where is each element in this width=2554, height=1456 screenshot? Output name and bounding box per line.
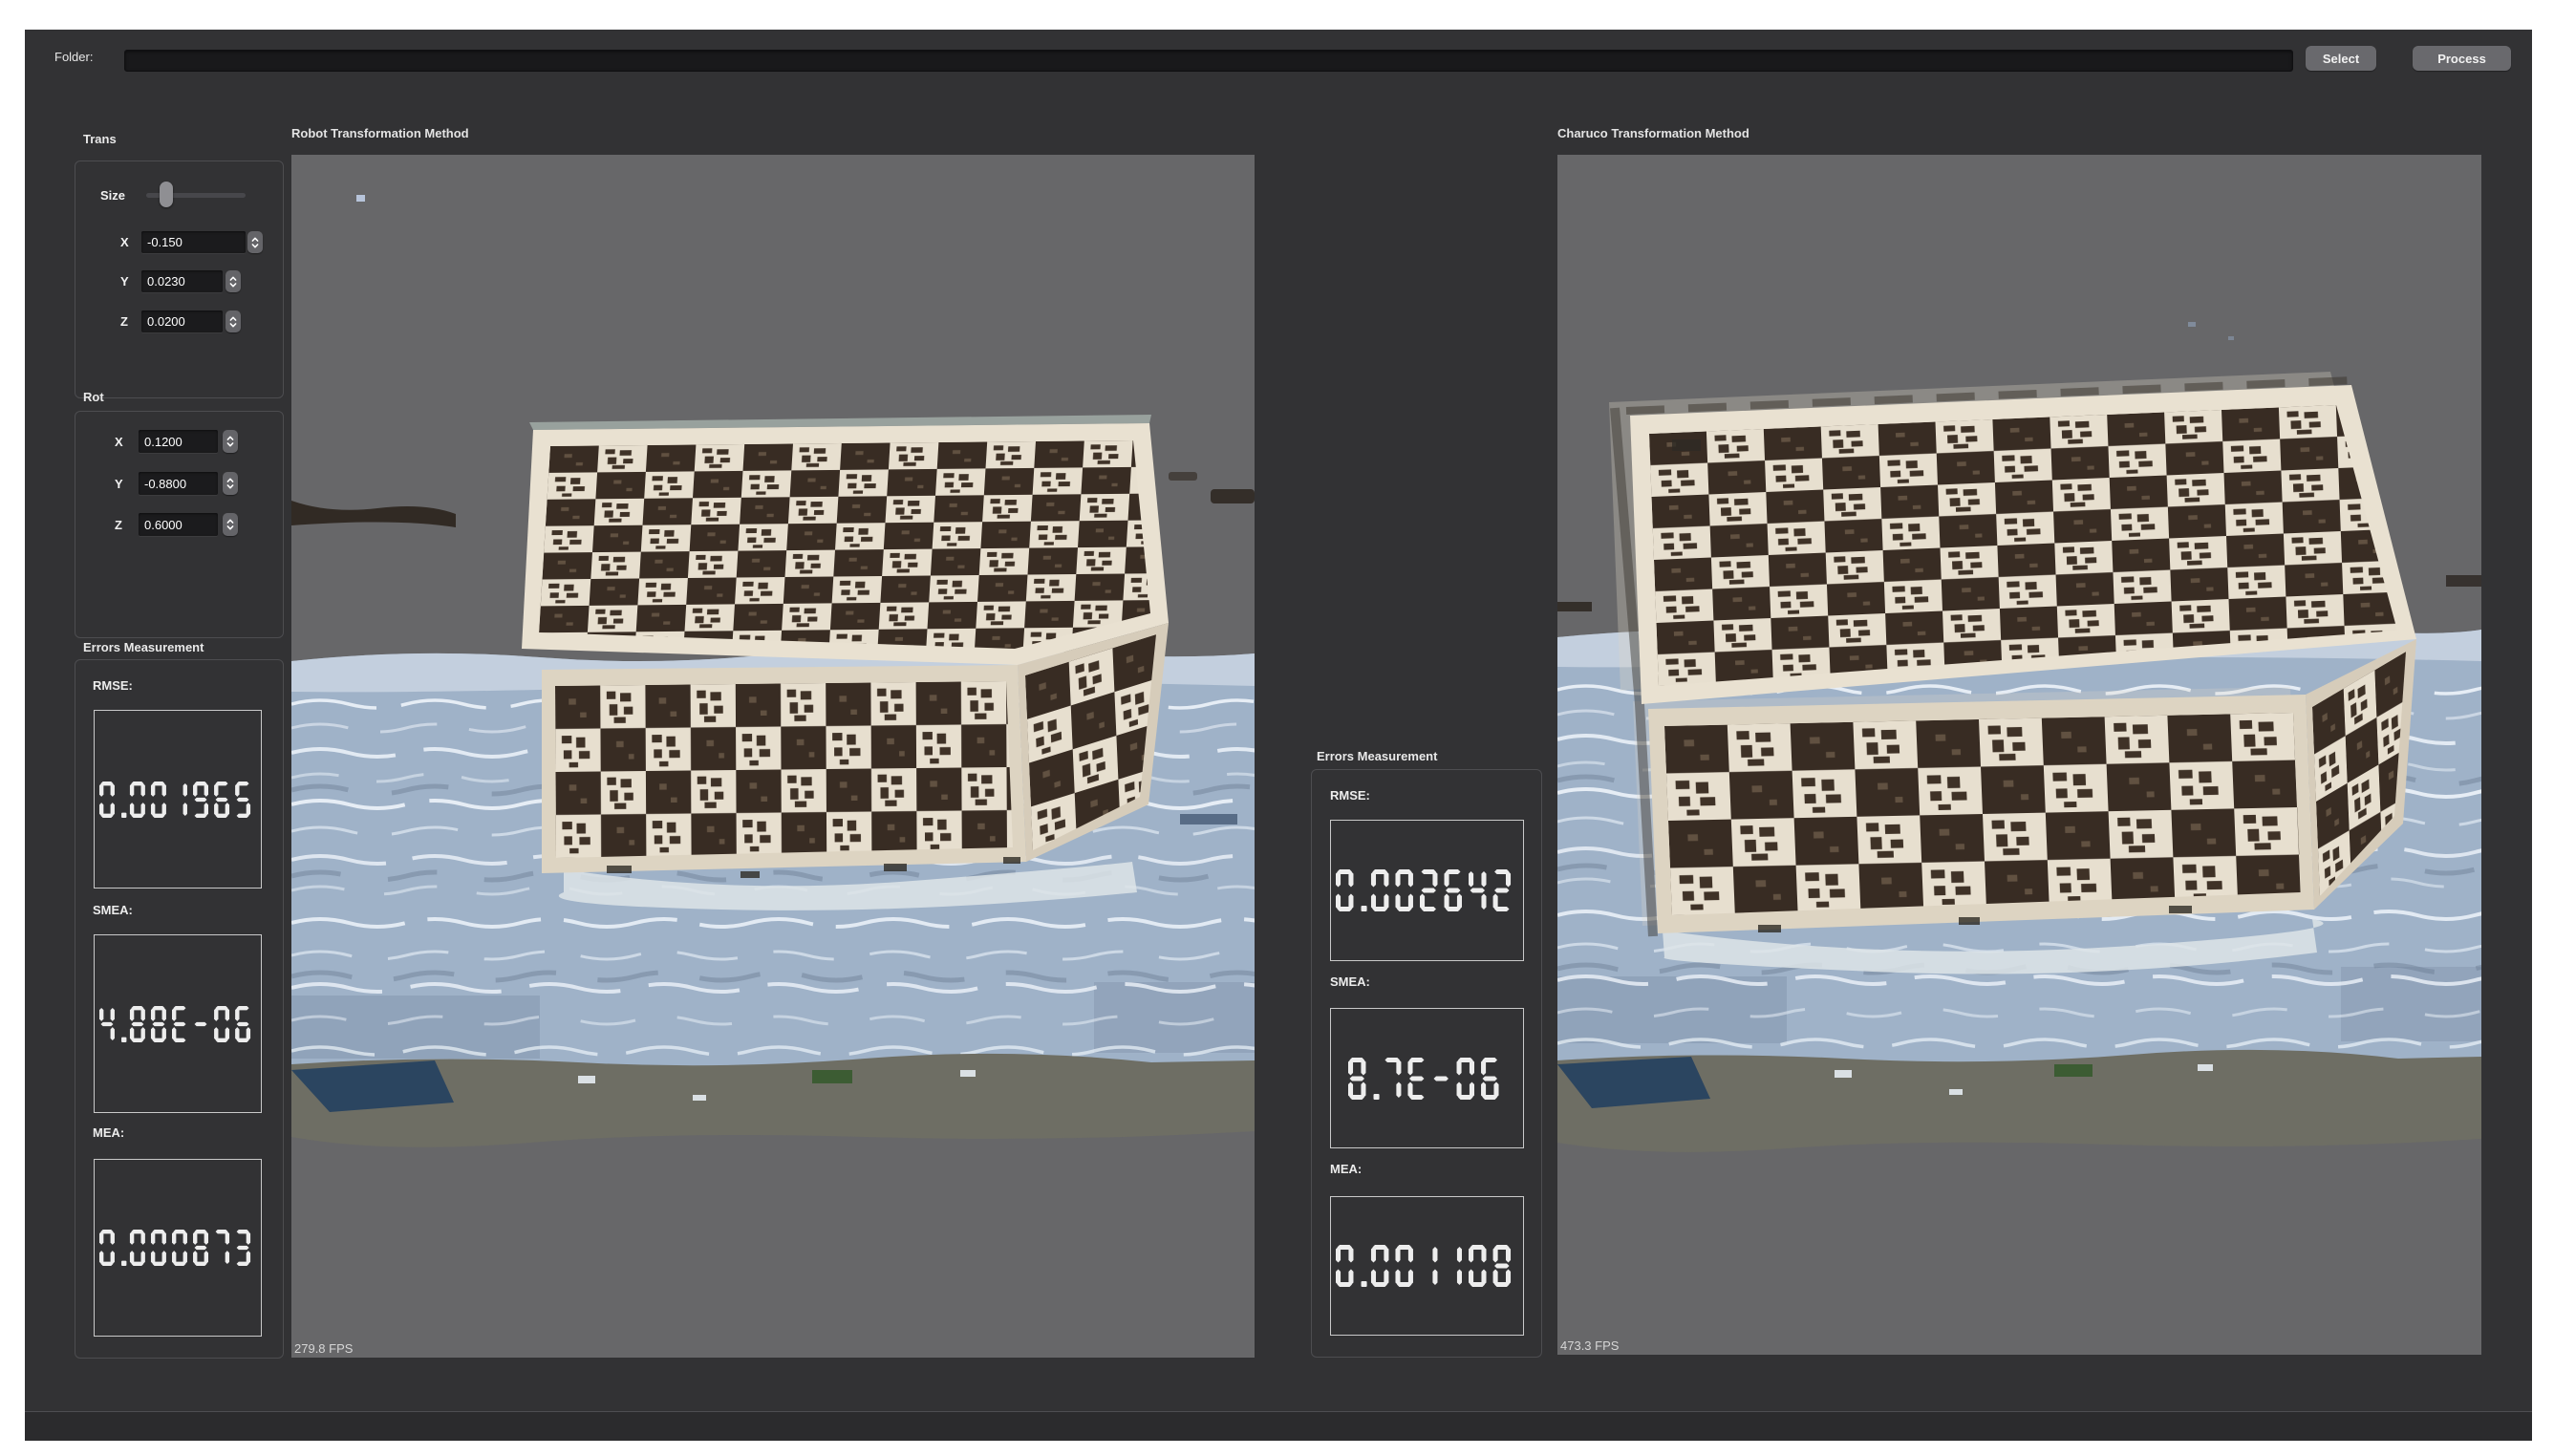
process-button[interactable]: Process <box>2413 46 2511 71</box>
mea-display <box>94 1159 262 1337</box>
charuco-viewport-title: Charuco Transformation Method <box>1557 126 1749 140</box>
rmse-display <box>94 710 262 889</box>
folder-label: Folder: <box>54 50 93 64</box>
errors-robot-title: Errors Measurement <box>83 640 204 654</box>
stepper-up-icon <box>230 317 235 320</box>
stepper-down-icon <box>230 324 235 327</box>
rot-y-stepper[interactable] <box>223 472 238 495</box>
rmse-charuco-display <box>1330 820 1524 961</box>
folder-input[interactable] <box>124 50 2293 72</box>
stepper-up-icon <box>227 479 232 482</box>
stepper-down-icon <box>227 443 232 446</box>
robot-viewport-canvas[interactable]: 279.8 FPS <box>291 155 1255 1358</box>
stepper-down-icon <box>227 526 232 529</box>
trans-y-input[interactable] <box>141 270 223 292</box>
rot-z-label: Z <box>115 518 122 532</box>
rmse-charuco-label: RMSE: <box>1330 788 1370 803</box>
page: Folder: Select Process Trans Size X Y Z … <box>0 0 2554 1456</box>
robot-viewport-title: Robot Transformation Method <box>291 126 469 140</box>
mea-charuco-label: MEA: <box>1330 1162 1362 1176</box>
stepper-up-icon <box>252 238 257 241</box>
rot-z-stepper[interactable] <box>223 513 238 536</box>
stepper-down-icon <box>227 485 232 488</box>
charuco-viewport-canvas[interactable]: 473.3 FPS <box>1557 155 2481 1355</box>
bottom-strip <box>25 1412 2532 1441</box>
trans-x-input[interactable] <box>141 231 246 253</box>
trans-z-stepper[interactable] <box>225 310 241 332</box>
size-label: Size <box>100 188 125 203</box>
rot-y-label: Y <box>115 477 123 491</box>
smea-display <box>94 934 262 1113</box>
trans-y-label: Y <box>120 274 129 289</box>
app-window: Folder: Select Process Trans Size X Y Z … <box>25 30 2532 1441</box>
smea-charuco-display <box>1330 1008 1524 1148</box>
rot-y-input[interactable] <box>139 472 218 495</box>
mea-charuco-display <box>1330 1196 1524 1336</box>
stepper-down-icon <box>252 245 257 247</box>
trans-z-input[interactable] <box>141 310 223 332</box>
stepper-up-icon <box>227 437 232 439</box>
stepper-up-icon <box>230 277 235 280</box>
smea-charuco-label: SMEA: <box>1330 974 1370 989</box>
charuco-fps-counter: 473.3 FPS <box>1560 1338 1619 1353</box>
rot-z-input[interactable] <box>139 513 218 536</box>
rot-x-label: X <box>115 435 123 449</box>
errors-charuco-title: Errors Measurement <box>1317 749 1437 763</box>
stepper-up-icon <box>227 520 232 523</box>
stray-point <box>356 195 365 202</box>
trans-z-label: Z <box>120 314 128 329</box>
trans-y-stepper[interactable] <box>225 270 241 292</box>
select-button[interactable]: Select <box>2306 46 2376 71</box>
mea-label: MEA: <box>93 1125 124 1140</box>
size-slider-knob[interactable] <box>160 182 173 207</box>
smea-label: SMEA: <box>93 903 133 917</box>
rot-group-title: Rot <box>83 390 104 404</box>
trans-x-stepper[interactable] <box>247 231 263 253</box>
stepper-down-icon <box>230 284 235 287</box>
rot-x-input[interactable] <box>139 430 218 453</box>
rmse-label: RMSE: <box>93 678 133 693</box>
trans-x-label: X <box>120 235 129 249</box>
trans-group-title: Trans <box>83 132 117 146</box>
rot-x-stepper[interactable] <box>223 430 238 453</box>
robot-fps-counter: 279.8 FPS <box>294 1341 353 1356</box>
